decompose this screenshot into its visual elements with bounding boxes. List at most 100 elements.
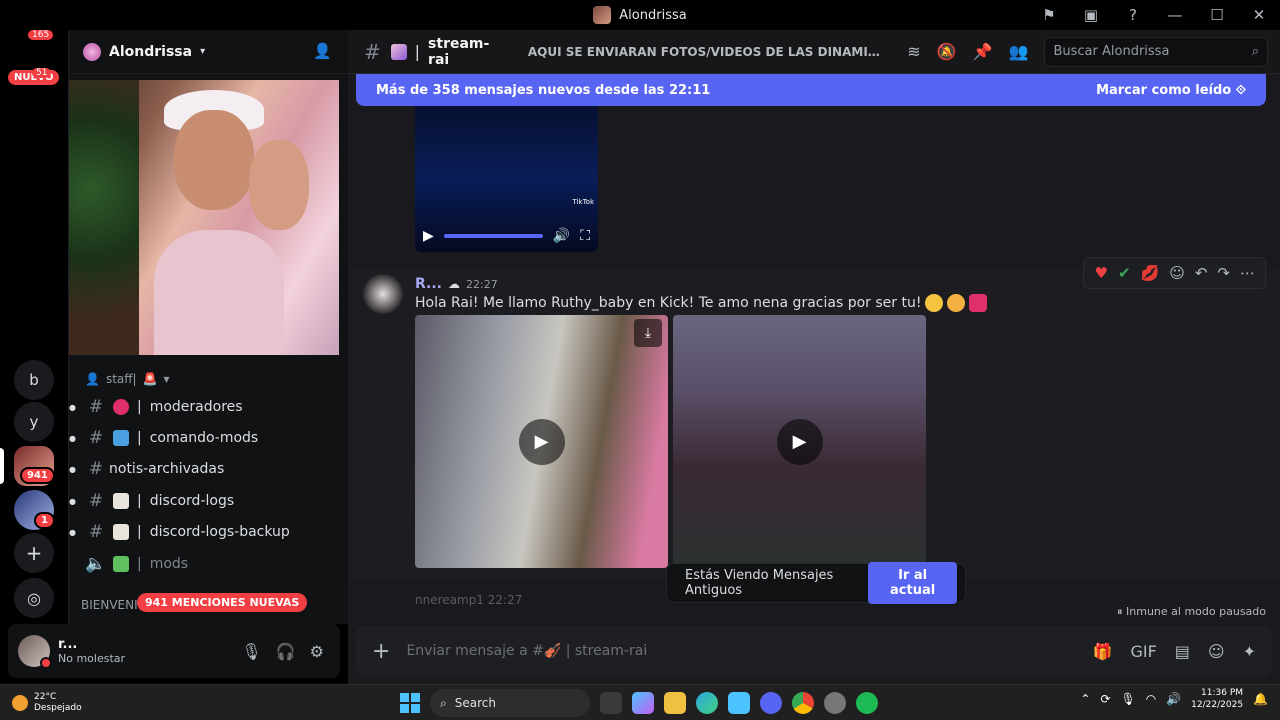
video-attachment-1[interactable]: ▶ ⤓ [415, 315, 668, 568]
task-view-icon[interactable] [600, 692, 622, 714]
forward-icon[interactable]: ↷ [1217, 264, 1230, 282]
close-icon[interactable]: ✕ [1238, 0, 1280, 30]
screen-icon[interactable]: ▣ [1070, 0, 1112, 30]
pause-note: ⏸ Inmune al modo pausado [1117, 605, 1266, 618]
gif-icon[interactable]: GIF [1130, 642, 1156, 661]
category-bienvenida[interactable]: BIENVENI [81, 598, 138, 612]
channel-discord-logs-backup[interactable]: ● # | discord-logs-backup [69, 517, 349, 547]
emoji-icon[interactable]: ☺ [1208, 642, 1225, 661]
speaker-icon[interactable]: 🔊 [1166, 692, 1181, 706]
server-icon [83, 42, 101, 61]
channel-label: discord-logs [149, 493, 235, 509]
maximize-icon[interactable]: ☐ [1196, 0, 1238, 30]
weather-desc: Despejado [34, 702, 82, 713]
older-messages-toast: Estás Viendo Mensajes Antiguos Ir al act… [666, 562, 966, 604]
edge-icon[interactable] [696, 692, 718, 714]
heart-emoji-icon [969, 294, 988, 312]
violin-icon [390, 43, 407, 60]
play-icon[interactable]: ▶ [518, 418, 565, 465]
sun-icon [12, 694, 28, 711]
weather-widget[interactable]: 22°C Despejado [0, 692, 200, 714]
new-mentions-badge[interactable]: 941 MENCIONES NUEVAS [137, 593, 308, 612]
add-attachment-icon[interactable]: + [372, 639, 390, 664]
chrome-icon[interactable] [792, 692, 814, 714]
microphone-icon[interactable]: 🎙 [241, 642, 261, 661]
channel-topic[interactable]: AQUI SE ENVIARAN FOTOS/VIDEOS DE LAS DIN… [528, 45, 887, 59]
channel-mods[interactable]: 🔈 | mods [69, 549, 349, 579]
channel-notis-archivadas[interactable]: ● # notis-archivadas [69, 454, 349, 484]
minimize-icon[interactable]: — [1154, 0, 1196, 30]
search-input[interactable]: Buscar Alondrissa [1053, 44, 1169, 59]
user-name[interactable]: r... [58, 637, 241, 652]
video-progress-bar[interactable] [443, 234, 543, 238]
video-attachment-2[interactable]: ▶ [673, 315, 926, 568]
play-icon[interactable]: ▶ [776, 418, 823, 465]
pause-note-text: Inmune al modo pausado [1126, 605, 1266, 618]
message-input[interactable] [406, 643, 1093, 659]
mic-tray-icon[interactable]: 🎙 [1121, 692, 1136, 706]
headphones-icon[interactable]: 🎧 [276, 642, 296, 661]
windows-start-icon[interactable] [400, 693, 420, 713]
avatar[interactable] [363, 274, 403, 314]
rail-server-y[interactable]: y [14, 402, 54, 442]
mark-read-button[interactable]: Marcar como leído ⟐ [1096, 83, 1246, 98]
help-icon[interactable]: ? [1112, 0, 1154, 30]
play-icon[interactable]: ▶ [423, 228, 434, 244]
threads-icon[interactable]: ≋ [907, 42, 920, 61]
channel-discord-logs[interactable]: ● # | discord-logs [69, 486, 349, 516]
wifi-icon[interactable]: ◠ [1146, 692, 1156, 706]
sticker-icon[interactable]: ▤ [1175, 642, 1190, 661]
red-circle-icon [113, 399, 129, 415]
server-header[interactable]: Alondrissa ▾ 👤 [69, 30, 348, 74]
flag-icon[interactable]: ⚑ [1028, 0, 1070, 30]
video-attachment-tiktok[interactable]: TikTok ▶ 🔊 ⛶ [415, 106, 598, 252]
copilot-icon[interactable] [632, 692, 654, 714]
chevron-up-icon[interactable]: ⌃ [1080, 692, 1090, 706]
file-explorer-icon[interactable] [664, 692, 686, 714]
new-messages-bar[interactable]: Más de 358 mensajes nuevos desde las 22:… [356, 74, 1266, 106]
apps-icon[interactable]: ✦ [1243, 642, 1256, 661]
obs-icon[interactable] [824, 692, 846, 714]
add-server-icon[interactable]: + [14, 533, 54, 573]
download-icon[interactable]: ⤓ [634, 319, 662, 347]
search-box[interactable]: Buscar Alondrissa ⌕ [1044, 36, 1268, 67]
taskbar-search[interactable]: ⌕ Search [430, 689, 590, 717]
unread-dot-icon: ● [69, 433, 76, 443]
more-icon[interactable]: ⋯ [1240, 264, 1255, 282]
check-reaction-icon[interactable]: ✔ [1118, 264, 1131, 282]
clock[interactable]: 11:36 PM 12/22/2025 [1191, 687, 1243, 711]
reply-icon[interactable]: ↶ [1195, 264, 1208, 282]
members-icon[interactable]: 👥 [1009, 42, 1029, 61]
mute-bell-icon[interactable]: 🔕 [937, 42, 957, 61]
unread-dot-icon: ● [69, 402, 76, 412]
message-composer: + 🎁 GIF ▤ ☺ ✦ [356, 626, 1272, 676]
add-reaction-icon[interactable]: ☺ [1169, 264, 1185, 282]
jump-to-present-button[interactable]: Ir al actual [868, 562, 957, 604]
fullscreen-icon[interactable]: ⛶ [580, 228, 590, 244]
stream-preview[interactable] [69, 80, 339, 355]
category-staff[interactable]: 👤 staff| 🚨 ▾ [85, 372, 170, 386]
pin-icon[interactable]: 📌 [973, 42, 993, 61]
lips-reaction-icon[interactable]: 💋 [1141, 264, 1160, 282]
mark-read-label: Marcar como leído [1096, 82, 1232, 98]
store-icon[interactable] [728, 692, 750, 714]
gift-icon[interactable]: 🎁 [1093, 642, 1113, 661]
hash-icon: # [88, 428, 104, 448]
volume-icon[interactable]: 🔊 [553, 228, 570, 244]
explore-icon[interactable]: ◎ [14, 578, 54, 618]
category-label: staff| [105, 372, 137, 386]
user-status: No molestar [58, 652, 126, 665]
spotify-icon[interactable] [856, 692, 878, 714]
invite-people-icon[interactable]: 👤 [313, 42, 332, 60]
notifications-icon[interactable]: 🔔 [1253, 692, 1268, 706]
discord-icon[interactable] [760, 692, 782, 714]
rail-server-b[interactable]: b [14, 360, 54, 400]
heart-reaction-icon[interactable]: ♥ [1094, 264, 1107, 282]
channel-moderadores[interactable]: ● # | moderadores [69, 392, 349, 422]
channel-comando-mods[interactable]: ● # | comando-mods [69, 423, 349, 453]
gear-icon[interactable]: ⚙ [310, 642, 324, 661]
avatar[interactable] [18, 635, 52, 669]
message-author[interactable]: R... [415, 276, 442, 292]
message-actions-toolbar: ♥ ✔ 💋 ☺ ↶ ↷ ⋯ [1083, 257, 1266, 289]
sync-icon[interactable]: ⟳ [1100, 692, 1110, 706]
